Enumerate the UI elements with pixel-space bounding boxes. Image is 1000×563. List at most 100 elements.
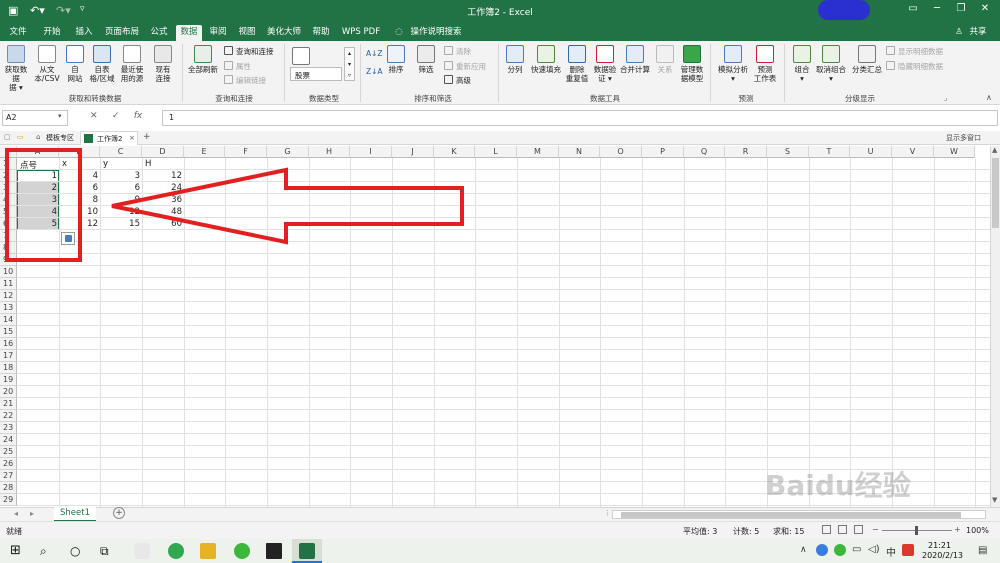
- row-header[interactable]: 29: [0, 494, 17, 506]
- manage-data-model-button[interactable]: 管理数 据模型: [678, 45, 706, 83]
- column-header[interactable]: V: [892, 146, 934, 158]
- task-view-icon[interactable]: ⧉: [100, 543, 116, 559]
- column-header[interactable]: U: [850, 146, 892, 158]
- column-header[interactable]: D: [142, 146, 184, 158]
- add-sheet-button[interactable]: +: [113, 507, 125, 519]
- row-header[interactable]: 13: [0, 302, 17, 314]
- tab-file[interactable]: 文件: [4, 25, 32, 41]
- column-header[interactable]: P: [642, 146, 684, 158]
- next-sheet-icon[interactable]: ▸: [30, 509, 34, 518]
- volume-icon[interactable]: ◁): [868, 544, 880, 555]
- filter-button[interactable]: 筛选: [414, 45, 438, 74]
- horizontal-scrollbar[interactable]: [612, 510, 986, 519]
- new-tab-button[interactable]: +: [143, 132, 151, 142]
- flash-fill-button[interactable]: 快速填充: [528, 45, 564, 74]
- data-validation-button[interactable]: 数据验证 ▾: [592, 45, 618, 83]
- row-header[interactable]: 17: [0, 350, 17, 362]
- sheet-tab-sheet1[interactable]: Sheet1: [54, 507, 96, 522]
- tab-formulas[interactable]: 公式: [146, 25, 172, 41]
- close-tab-icon[interactable]: ×: [129, 134, 135, 142]
- hide-detail-button[interactable]: 隐藏明细数据: [886, 61, 943, 72]
- dialog-launcher-icon[interactable]: ⌟: [944, 94, 947, 102]
- pinwheel-app-icon[interactable]: [134, 543, 150, 559]
- page-layout-view-icon[interactable]: [838, 525, 847, 534]
- row-header[interactable]: 19: [0, 374, 17, 386]
- column-header[interactable]: N: [559, 146, 600, 158]
- scroll-up-icon[interactable]: ▲: [992, 146, 997, 154]
- row-header[interactable]: 15: [0, 326, 17, 338]
- scroll-down-icon[interactable]: ▼: [992, 496, 997, 504]
- zoom-slider-thumb[interactable]: [915, 526, 918, 535]
- clear-filter-button[interactable]: 清除: [444, 46, 471, 57]
- data-type-gallery-scroll[interactable]: ▴ ▾ ▿: [344, 47, 355, 81]
- tray-app-icon[interactable]: [816, 544, 828, 556]
- row-header[interactable]: 27: [0, 470, 17, 482]
- tab-wps-pdf[interactable]: WPS PDF: [340, 25, 382, 41]
- tab-insert[interactable]: 插入: [70, 25, 98, 41]
- advanced-filter-button[interactable]: 高级: [444, 75, 471, 86]
- show-detail-button[interactable]: 显示明细数据: [886, 46, 943, 57]
- column-header[interactable]: Q: [684, 146, 725, 158]
- reapply-button[interactable]: 重新应用: [444, 61, 486, 72]
- network-icon[interactable]: ▭: [852, 544, 861, 555]
- row-header[interactable]: 14: [0, 314, 17, 326]
- close-button[interactable]: ✕: [974, 3, 996, 19]
- group-button[interactable]: 组合 ▾: [790, 45, 814, 83]
- zoom-out-button[interactable]: −: [872, 525, 879, 534]
- insert-function-icon[interactable]: fx: [134, 111, 143, 121]
- row-header[interactable]: 26: [0, 458, 17, 470]
- row-header[interactable]: 22: [0, 410, 17, 422]
- row-header[interactable]: 11: [0, 278, 17, 290]
- remove-duplicates-button[interactable]: 删除 重复值: [564, 45, 590, 83]
- notifications-icon[interactable]: ▤: [978, 545, 987, 556]
- zoom-in-button[interactable]: +: [954, 525, 961, 534]
- column-header[interactable]: G: [267, 146, 309, 158]
- tab-home[interactable]: 开始: [38, 25, 66, 41]
- share-button[interactable]: 共享: [966, 25, 990, 41]
- subtotal-button[interactable]: 分类汇总: [850, 45, 884, 74]
- worksheet-grid[interactable]: A B C D E F G H I J K L M N O P Q R S T …: [0, 146, 990, 507]
- horizontal-scroll-thumb[interactable]: [621, 512, 961, 518]
- cancel-icon[interactable]: ✕: [90, 111, 98, 121]
- row-header[interactable]: 28: [0, 482, 17, 494]
- tab-split-icon[interactable]: ⋮: [604, 509, 611, 517]
- column-header[interactable]: H: [309, 146, 350, 158]
- template-tab[interactable]: 模板专区: [46, 133, 74, 143]
- cortana-icon[interactable]: ○: [70, 543, 86, 559]
- column-header[interactable]: E: [184, 146, 225, 158]
- column-header[interactable]: L: [475, 146, 517, 158]
- row-header[interactable]: 20: [0, 386, 17, 398]
- tab-view[interactable]: 视图: [234, 25, 260, 41]
- column-header[interactable]: T: [809, 146, 850, 158]
- queries-connections-button[interactable]: 查询和连接: [224, 46, 274, 57]
- sort-az-icon[interactable]: A↓Z: [366, 49, 383, 58]
- tell-me-search[interactable]: 操作说明搜索: [408, 25, 464, 41]
- recent-sources-button[interactable]: 最近使 用的源: [118, 45, 146, 83]
- column-header[interactable]: M: [517, 146, 559, 158]
- what-if-analysis-button[interactable]: 模拟分析 ▾: [716, 45, 750, 83]
- row-header[interactable]: 23: [0, 422, 17, 434]
- from-table-button[interactable]: 自表 格/区域: [88, 45, 116, 83]
- from-text-csv-button[interactable]: 从文 本/CSV: [32, 45, 62, 83]
- tab-data[interactable]: 数据: [176, 25, 202, 41]
- row-header[interactable]: 10: [0, 266, 17, 278]
- enter-icon[interactable]: ✓: [112, 111, 120, 121]
- tab-help[interactable]: 帮助: [308, 25, 334, 41]
- page-break-view-icon[interactable]: [854, 525, 863, 534]
- column-header[interactable]: K: [434, 146, 475, 158]
- wechat-icon[interactable]: [234, 543, 250, 559]
- from-web-button[interactable]: 自网站: [64, 45, 86, 83]
- restore-button[interactable]: ❐: [950, 3, 972, 19]
- prev-sheet-icon[interactable]: ◂: [14, 509, 18, 518]
- wechat-tray-icon[interactable]: [834, 544, 846, 556]
- clock-time[interactable]: 21:21: [928, 541, 951, 550]
- column-header[interactable]: F: [225, 146, 267, 158]
- wps-tray-icon[interactable]: [902, 544, 914, 556]
- row-header[interactable]: 16: [0, 338, 17, 350]
- edit-links-button[interactable]: 编辑链接: [224, 75, 266, 86]
- column-header[interactable]: J: [392, 146, 434, 158]
- normal-view-icon[interactable]: [822, 525, 831, 534]
- ungroup-button[interactable]: 取消组合 ▾: [814, 45, 848, 83]
- file-explorer-icon[interactable]: [200, 543, 216, 559]
- workbook-tab[interactable]: 工作簿2 ×: [80, 131, 138, 145]
